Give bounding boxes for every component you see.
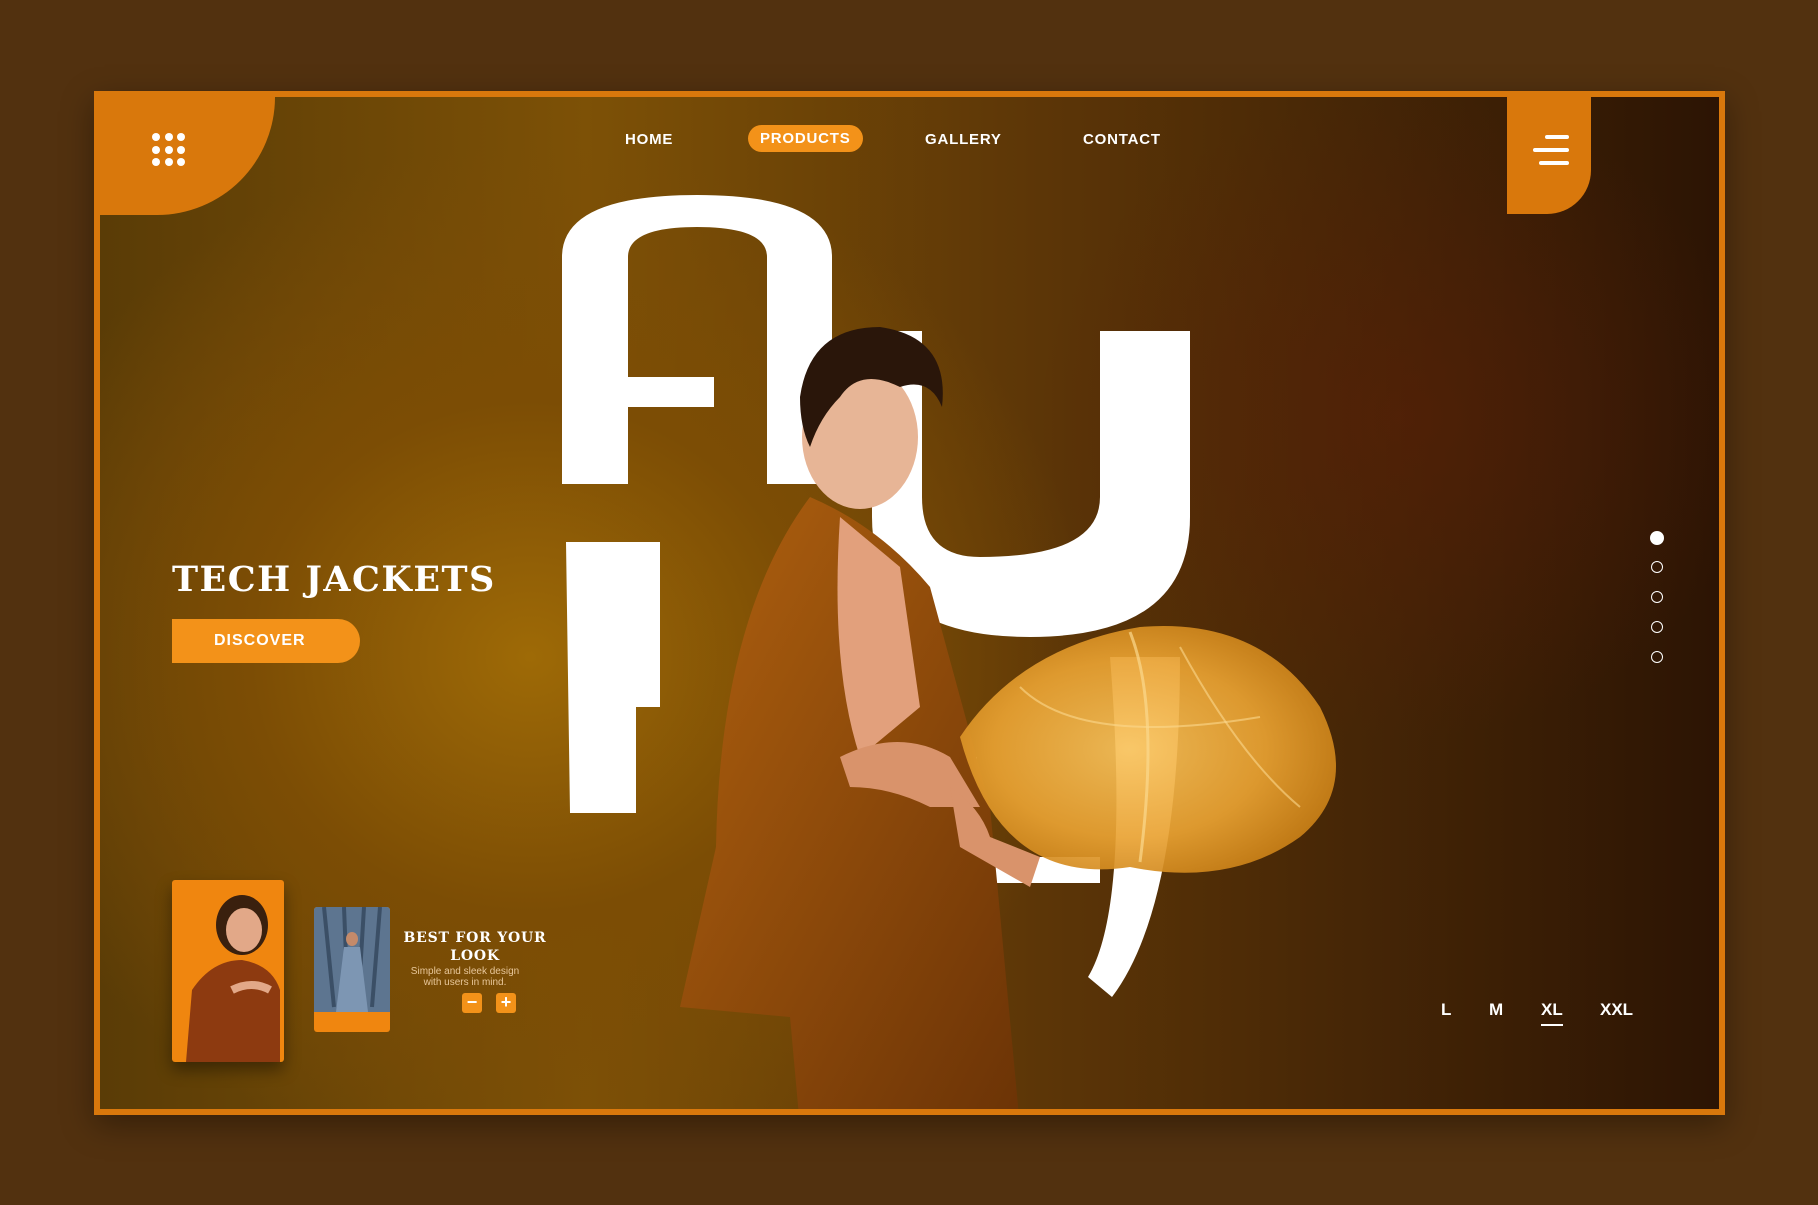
menu-corner bbox=[1507, 97, 1591, 214]
size-xxl[interactable]: XXL bbox=[1600, 1000, 1633, 1020]
slider-dot-3[interactable] bbox=[1651, 591, 1663, 603]
slider-dot-5[interactable] bbox=[1651, 651, 1663, 663]
slider-dot-2[interactable] bbox=[1651, 561, 1663, 573]
product-subtitle: Simple and sleek design with users in mi… bbox=[410, 966, 520, 988]
thumbnail-photo-1 bbox=[186, 895, 280, 1062]
size-xl[interactable]: XL bbox=[1541, 1000, 1563, 1026]
product-thumbnail-2[interactable] bbox=[314, 907, 390, 1032]
slider-dot-1[interactable] bbox=[1650, 531, 1664, 545]
hero-title: TECH JACKETS bbox=[172, 559, 496, 600]
plus-icon[interactable]: + bbox=[496, 993, 516, 1013]
model-photo bbox=[680, 327, 1336, 1109]
nav-contact[interactable]: CONTACT bbox=[1083, 131, 1161, 148]
hamburger-menu-icon[interactable] bbox=[1533, 135, 1569, 165]
discover-button[interactable]: DISCOVER bbox=[172, 619, 360, 663]
slider-dot-4[interactable] bbox=[1651, 621, 1663, 633]
minus-icon[interactable]: − bbox=[462, 993, 482, 1013]
size-m[interactable]: M bbox=[1489, 1000, 1503, 1020]
product-thumbnail-1[interactable] bbox=[172, 880, 284, 1062]
nav-home[interactable]: HOME bbox=[625, 131, 673, 148]
apps-grid-icon[interactable] bbox=[152, 133, 186, 167]
nav-gallery[interactable]: GALLERY bbox=[925, 131, 1002, 148]
thumbnail-photo-2 bbox=[314, 907, 390, 1012]
nav-products[interactable]: PRODUCTS bbox=[748, 125, 863, 152]
product-title: BEST FOR YOUR LOOK bbox=[403, 930, 547, 964]
hero-frame: HOME PRODUCTS GALLERY CONTACT TECH JACKE… bbox=[94, 91, 1725, 1115]
size-l[interactable]: L bbox=[1441, 1000, 1451, 1020]
